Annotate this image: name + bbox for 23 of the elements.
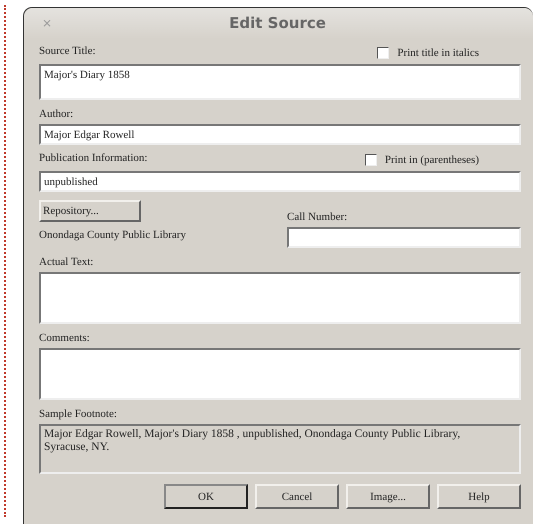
dialog-button[interactable]: Image... — [346, 484, 430, 509]
field-label: Author: — [39, 107, 74, 121]
window-title: Edit Source — [229, 14, 326, 32]
italics-checkbox[interactable]: Print title in italics — [377, 47, 479, 59]
call-number-field[interactable] — [287, 227, 521, 248]
comments-field[interactable] — [39, 348, 521, 400]
field-label: Source Title: — [39, 44, 96, 58]
source-title-field[interactable]: Major's Diary 1858 — [39, 64, 521, 100]
dialog-button[interactable]: Help — [437, 484, 521, 509]
field-label: Actual Text: — [39, 255, 94, 269]
footnote-text: Major Edgar Rowell, Major's Diary 1858 , unpublished, Onondaga County Public Library, Syracuse, NY. — [39, 424, 521, 474]
publication-field[interactable]: unpublished — [39, 171, 521, 192]
dialog-button[interactable]: OK — [164, 484, 248, 509]
parentheses-checkbox[interactable]: Print in (parentheses) — [364, 154, 479, 166]
field-label: Comments: — [39, 331, 90, 345]
dialog-button[interactable]: Cancel — [255, 484, 339, 509]
field-label: Call Number: — [287, 210, 348, 224]
actual-text-field[interactable] — [39, 272, 521, 324]
repository-button[interactable]: Repository... — [39, 200, 141, 222]
field-label: Sample Footnote: — [39, 407, 117, 421]
field-label: Publication Information: — [39, 151, 148, 165]
author-field[interactable]: Major Edgar Rowell — [39, 124, 521, 145]
repository-name: Onondaga County Public Library — [39, 228, 186, 242]
